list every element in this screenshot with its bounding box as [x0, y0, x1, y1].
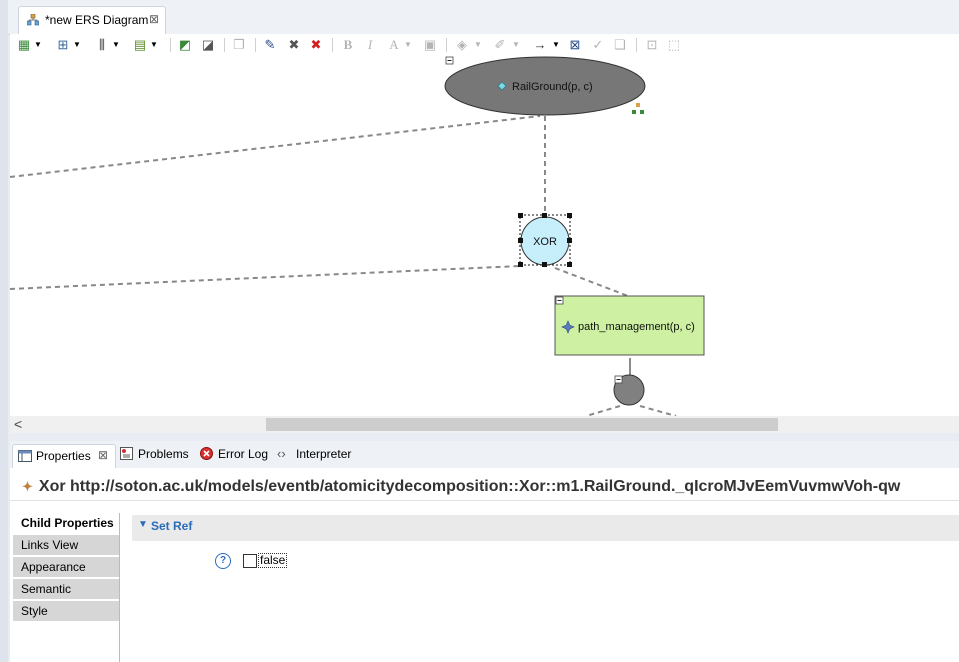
toolbar-separator: [636, 38, 637, 52]
dropdown-arrow-icon[interactable]: ▼: [508, 37, 524, 53]
section-header[interactable]: ▼ Set Ref: [132, 515, 959, 541]
section-title: Set Ref: [151, 519, 193, 533]
arrow-style-icon[interactable]: →: [532, 37, 548, 53]
apply-icon[interactable]: ✓: [590, 37, 606, 53]
close-icon[interactable]: ⊠: [149, 12, 159, 26]
properties-side-tabs: Child Properties Links View Appearance S…: [13, 513, 120, 662]
italic-icon[interactable]: I: [362, 37, 378, 53]
properties-title: ✦ Xor http://soton.ac.uk/models/eventb/at…: [22, 478, 900, 496]
side-tab-child-properties[interactable]: Child Properties: [13, 513, 119, 534]
diagram-icon: [27, 14, 39, 26]
group-icon[interactable]: ⊡: [644, 37, 660, 53]
tab-properties-label: Properties: [36, 449, 91, 463]
pin-icon[interactable]: ✎: [262, 37, 278, 53]
toolbar-separator: [332, 38, 333, 52]
side-tab-semantic[interactable]: Semantic: [13, 579, 119, 600]
dropdown-arrow-icon[interactable]: ▼: [400, 37, 416, 53]
line-color-icon[interactable]: ✐: [492, 37, 508, 53]
left-gutter: [0, 0, 8, 662]
properties-icon: [18, 450, 32, 462]
diagram-canvas[interactable]: RailGround(p, c) XOR path_management(p, …: [10, 56, 959, 416]
tab-interpreter-label: Interpreter: [296, 447, 352, 461]
close-icon[interactable]: ⊠: [98, 448, 108, 462]
error-log-icon: [200, 447, 213, 460]
dropdown-arrow-icon[interactable]: ▼: [69, 37, 85, 53]
side-tab-style[interactable]: Style: [13, 601, 119, 622]
problems-icon: [120, 447, 133, 460]
tab-properties[interactable]: Properties ⊠: [12, 444, 116, 468]
side-tab-appearance[interactable]: Appearance: [13, 557, 119, 578]
bold-icon[interactable]: B: [340, 37, 356, 53]
root-node[interactable]: RailGround(p, c): [444, 56, 646, 116]
interpreter-icon: ‹›: [277, 446, 286, 461]
tab-ers-diagram[interactable]: *new ERS Diagram ⊠: [18, 6, 166, 34]
diagram-svg: RailGround(p, c) XOR path_management(p, …: [10, 56, 705, 416]
tab-error-log-label: Error Log: [218, 447, 269, 461]
select-all-icon[interactable]: ◩: [177, 37, 193, 53]
diagram-toolbar: ▦ ▼ ⊞ ▼ ⫼ ▼ ▤ ▼ ◩ ◪ ❐ ✎ ✖ ✖ B I A ▼ ▣ ◈ …: [10, 34, 959, 56]
scrollbar-thumb[interactable]: [266, 418, 778, 431]
toolbar-separator: [224, 38, 225, 52]
connector-line: [10, 265, 521, 290]
and-node[interactable]: [613, 374, 645, 406]
copy-appearance-icon[interactable]: ❐: [231, 37, 247, 53]
toolbar-separator: [446, 38, 447, 52]
toolbar-separator: [170, 38, 171, 52]
xor-node[interactable]: XOR: [518, 213, 572, 267]
divider: [10, 500, 959, 501]
child-node[interactable]: path_management(p, c): [554, 295, 705, 356]
root-node-label: RailGround(p, c): [512, 81, 593, 93]
dropdown-arrow-icon[interactable]: ▼: [548, 37, 564, 53]
connector-line: [585, 405, 621, 416]
copy-icon[interactable]: ❏: [612, 37, 628, 53]
connector-line: [554, 267, 629, 297]
horizontal-scrollbar[interactable]: <: [10, 416, 959, 433]
toolbar-separator: [255, 38, 256, 52]
xor-node-label: XOR: [533, 236, 557, 248]
scroll-left-arrow[interactable]: <: [14, 416, 22, 432]
chevron-down-icon[interactable]: ▼: [138, 519, 148, 530]
xor-element-icon: ✦: [22, 479, 33, 494]
dropdown-arrow-icon[interactable]: ▼: [146, 37, 162, 53]
set-ref-checkbox[interactable]: [243, 554, 257, 568]
child-node-label: path_management(p, c): [578, 321, 695, 333]
properties-body: ✦ Xor http://soton.ac.uk/models/eventb/at…: [10, 468, 959, 662]
fill-font-icon[interactable]: ▣: [422, 37, 438, 53]
tab-problems-label: Problems: [138, 447, 189, 461]
connector-line: [639, 405, 677, 416]
zoom-icon[interactable]: ⊠: [567, 37, 583, 53]
properties-tab-bar: Properties ⊠ Problems Error Log ‹› Inter…: [10, 441, 959, 469]
checkbox-label[interactable]: false: [258, 553, 288, 568]
side-tab-links-view[interactable]: Links View: [13, 535, 119, 556]
dropdown-arrow-icon[interactable]: ▼: [30, 37, 46, 53]
dropdown-arrow-icon[interactable]: ▼: [108, 37, 124, 53]
hierarchy-icon: [632, 103, 644, 114]
ungroup-icon[interactable]: ⬚: [666, 37, 682, 53]
dropdown-arrow-icon[interactable]: ▼: [470, 37, 486, 53]
connector-line: [10, 115, 541, 178]
delete-model-icon[interactable]: ✖: [308, 37, 324, 53]
editor-tab-label: *new ERS Diagram: [45, 13, 149, 27]
help-icon[interactable]: ?: [215, 553, 231, 569]
properties-title-text: Xor http://soton.ac.uk/models/eventb/ato…: [38, 478, 901, 495]
select-icon[interactable]: ◪: [200, 37, 216, 53]
editor-tab-bar: *new ERS Diagram ⊠: [8, 0, 959, 35]
delete-icon[interactable]: ✖: [286, 37, 302, 53]
fill-color-icon[interactable]: ◈: [454, 37, 470, 53]
